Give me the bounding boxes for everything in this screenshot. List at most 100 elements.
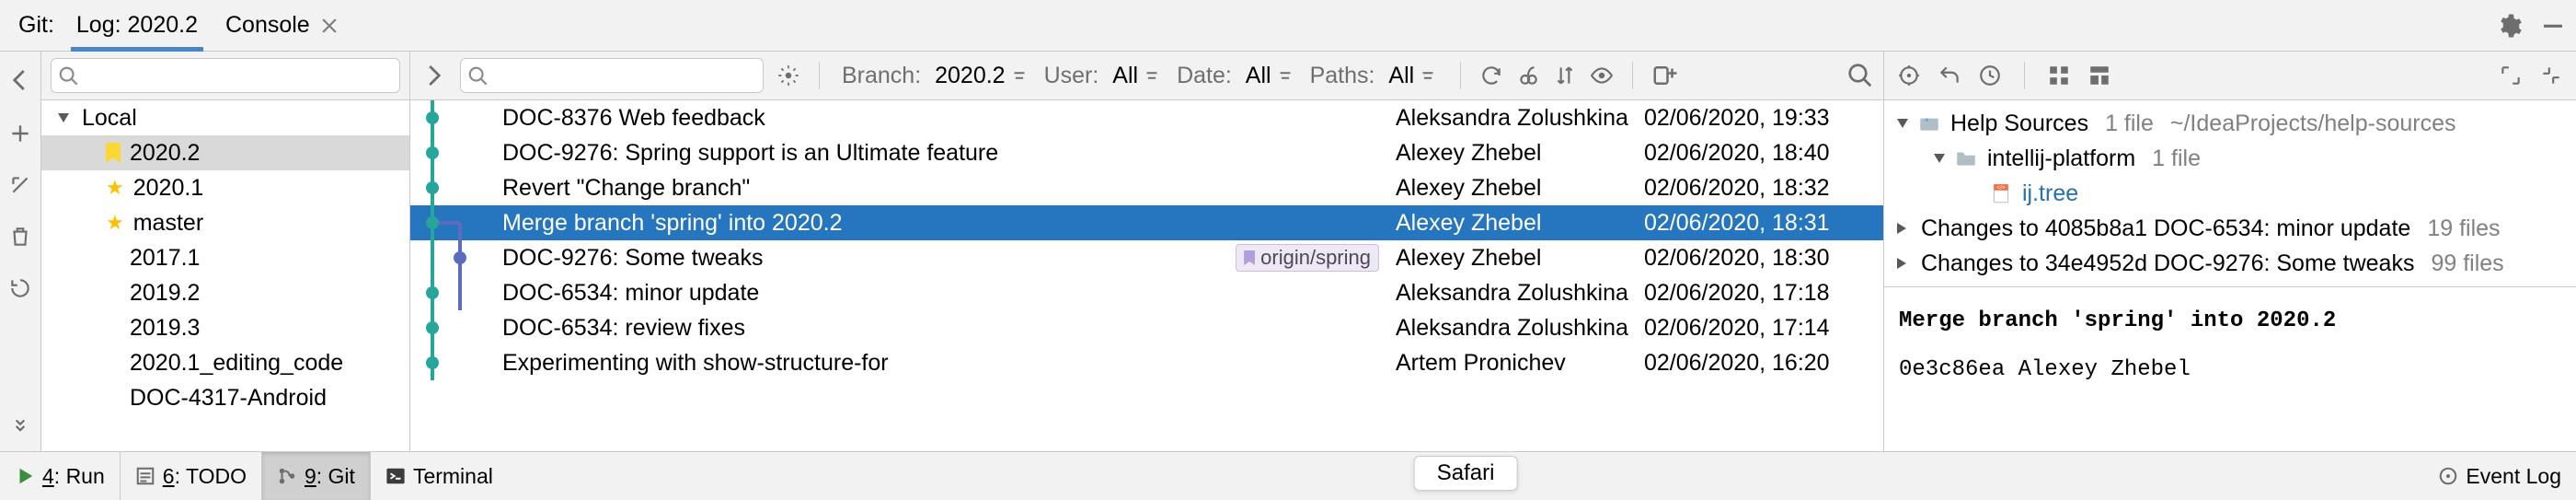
commit-author: Aleksandra Zolushkina	[1396, 280, 1644, 307]
graph-cell	[410, 310, 502, 345]
tool-todo[interactable]: 6: TODO	[121, 452, 262, 500]
search-icon	[467, 65, 488, 86]
commit-author: Aleksandra Zolushkina	[1396, 105, 1644, 132]
commit-message: DOC-9276: Spring support is an Ultimate …	[502, 140, 1396, 167]
delete-icon[interactable]	[8, 225, 32, 249]
folder-icon	[1954, 146, 1978, 170]
commit-author: Alexey Zhebel	[1396, 140, 1644, 167]
details-panel: Help Sources 1 file ~/IdeaProjects/help-…	[1884, 52, 2576, 451]
tab-log[interactable]: Log: 2020.2	[71, 0, 203, 51]
commit-message: DOC-9276: Some tweaksorigin/spring	[502, 244, 1396, 272]
branch-label: 2019.2	[130, 280, 200, 307]
layout-icon[interactable]	[2087, 64, 2111, 87]
changes-label: Changes to 34e4952d DOC-9276: Some tweak…	[1921, 250, 2414, 277]
branch-item[interactable]: 2019.2	[41, 275, 409, 310]
commit-author: Alexey Zhebel	[1396, 210, 1644, 237]
collapse-icon[interactable]	[8, 173, 32, 197]
group-icon[interactable]	[2047, 64, 2071, 87]
reload-icon[interactable]	[1479, 64, 1503, 87]
branch-label: 2020.1_editing_code	[130, 350, 343, 377]
folder-icon	[1917, 111, 1941, 135]
back-icon[interactable]	[6, 66, 34, 94]
add-icon[interactable]	[8, 122, 32, 145]
close-icon[interactable]	[319, 16, 339, 36]
more-icon[interactable]	[8, 416, 32, 440]
commit-search-input[interactable]	[460, 58, 764, 93]
commit-date: 02/06/2020, 18:30	[1644, 245, 1883, 272]
gear-icon[interactable]	[2495, 12, 2523, 40]
commit-message: DOC-6534: minor update	[502, 280, 1396, 307]
filter-branch[interactable]: Branch: 2020.2	[838, 63, 1033, 89]
tab-label: Console	[225, 12, 310, 39]
filter-user[interactable]: User: All	[1041, 63, 1166, 89]
file-icon: </>	[1989, 181, 2013, 205]
tool-event-log[interactable]: Event Log	[2423, 452, 2576, 500]
commit-row[interactable]: DOC-6534: review fixesAleksandra Zolushk…	[410, 310, 1883, 345]
commit-row[interactable]: DOC-9276: Some tweaksorigin/springAlexey…	[410, 240, 1883, 275]
search-icon	[58, 65, 78, 86]
changes-section[interactable]: Changes to 4085b8a1 DOC-6534: minor upda…	[1897, 211, 2563, 246]
refresh-icon[interactable]	[8, 276, 32, 300]
changed-folder[interactable]: intellij-platform 1 file	[1897, 141, 2563, 176]
file-label: ij.tree	[2022, 180, 2078, 207]
commit-row[interactable]: Experimenting with show-structure-forArt…	[410, 345, 1883, 380]
history-icon[interactable]	[1978, 64, 2002, 87]
commit-row[interactable]: DOC-6534: minor updateAleksandra Zolushk…	[410, 275, 1883, 310]
commit-row[interactable]: DOC-9276: Spring support is an Ultimate …	[410, 135, 1883, 170]
commit-date: 02/06/2020, 17:14	[1644, 315, 1883, 342]
chevron-right-icon	[1897, 258, 1906, 269]
chevron-down-icon	[1934, 154, 1945, 163]
find-icon[interactable]	[1846, 62, 1874, 89]
tab-label: Log: 2020.2	[76, 12, 198, 39]
filter-settings-icon[interactable]	[776, 64, 800, 87]
branch-item[interactable]: 2020.2	[41, 135, 409, 170]
branch-item[interactable]: ★master	[41, 205, 409, 240]
graph-cell	[410, 345, 502, 380]
branch-search-input[interactable]	[51, 58, 400, 93]
commit-row[interactable]: DOC-8376 Web feedbackAleksandra Zolushki…	[410, 100, 1883, 135]
tool-run[interactable]: 4: Run	[0, 452, 121, 500]
branch-item[interactable]: DOC-4317-Android	[41, 380, 409, 415]
new-branch-icon[interactable]	[1651, 62, 1679, 89]
changed-file[interactable]: </> ij.tree	[1897, 176, 2563, 211]
forward-icon[interactable]	[420, 62, 447, 89]
commit-author: Alexey Zhebel	[1396, 175, 1644, 202]
commit-row[interactable]: Revert "Change branch"Alexey Zhebel02/06…	[410, 170, 1883, 205]
status-bar: 4: Run 6: TODO 9: Git Terminal Safari Ev…	[0, 451, 2576, 500]
browser-pill: Safari	[1414, 456, 1518, 491]
commit-hash: 0e3c86ea	[1899, 357, 2005, 382]
commit-date: 02/06/2020, 16:20	[1644, 350, 1883, 377]
chevron-down-icon	[1897, 119, 1908, 128]
root-path: ~/IdeaProjects/help-sources	[2170, 110, 2456, 137]
filter-date[interactable]: Date: All	[1173, 63, 1299, 89]
tool-git[interactable]: 9: Git	[262, 452, 371, 500]
commit-list[interactable]: DOC-8376 Web feedbackAleksandra Zolushki…	[410, 100, 1883, 451]
tree-root[interactable]: Local	[41, 100, 409, 135]
eye-icon[interactable]	[1590, 64, 1614, 87]
cherry-pick-icon[interactable]	[1516, 64, 1540, 87]
root-label: Help Sources	[1950, 110, 2088, 137]
tab-console[interactable]: Console	[220, 0, 345, 51]
expand-all-icon[interactable]	[2499, 64, 2523, 87]
root-count: 1 file	[2105, 110, 2154, 137]
bookmark-icon	[1244, 250, 1255, 265]
graph-cell	[410, 205, 502, 240]
collapse-all-icon[interactable]	[2539, 64, 2563, 87]
changes-section[interactable]: Changes to 34e4952d DOC-9276: Some tweak…	[1897, 246, 2563, 281]
filter-paths[interactable]: Paths: All	[1306, 63, 1443, 89]
branch-item[interactable]: 2017.1	[41, 240, 409, 275]
commit-message: DOC-8376 Web feedback	[502, 105, 1396, 132]
minimize-icon[interactable]	[2539, 12, 2567, 40]
branch-item[interactable]: 2019.3	[41, 310, 409, 345]
branch-label: 2017.1	[130, 245, 200, 272]
svg-text:</>: </>	[1996, 185, 2006, 192]
branch-item[interactable]: 2020.1_editing_code	[41, 345, 409, 380]
commit-title: Merge branch 'spring' into 2020.2	[1899, 304, 2561, 338]
sort-icon[interactable]	[1553, 64, 1577, 87]
undo-icon[interactable]	[1938, 64, 1961, 87]
branch-item[interactable]: ★2020.1	[41, 170, 409, 205]
changed-root[interactable]: Help Sources 1 file ~/IdeaProjects/help-…	[1897, 106, 2563, 141]
commit-row[interactable]: Merge branch 'spring' into 2020.2Alexey …	[410, 205, 1883, 240]
locate-icon[interactable]	[1897, 64, 1921, 87]
tool-terminal[interactable]: Terminal	[371, 452, 508, 500]
